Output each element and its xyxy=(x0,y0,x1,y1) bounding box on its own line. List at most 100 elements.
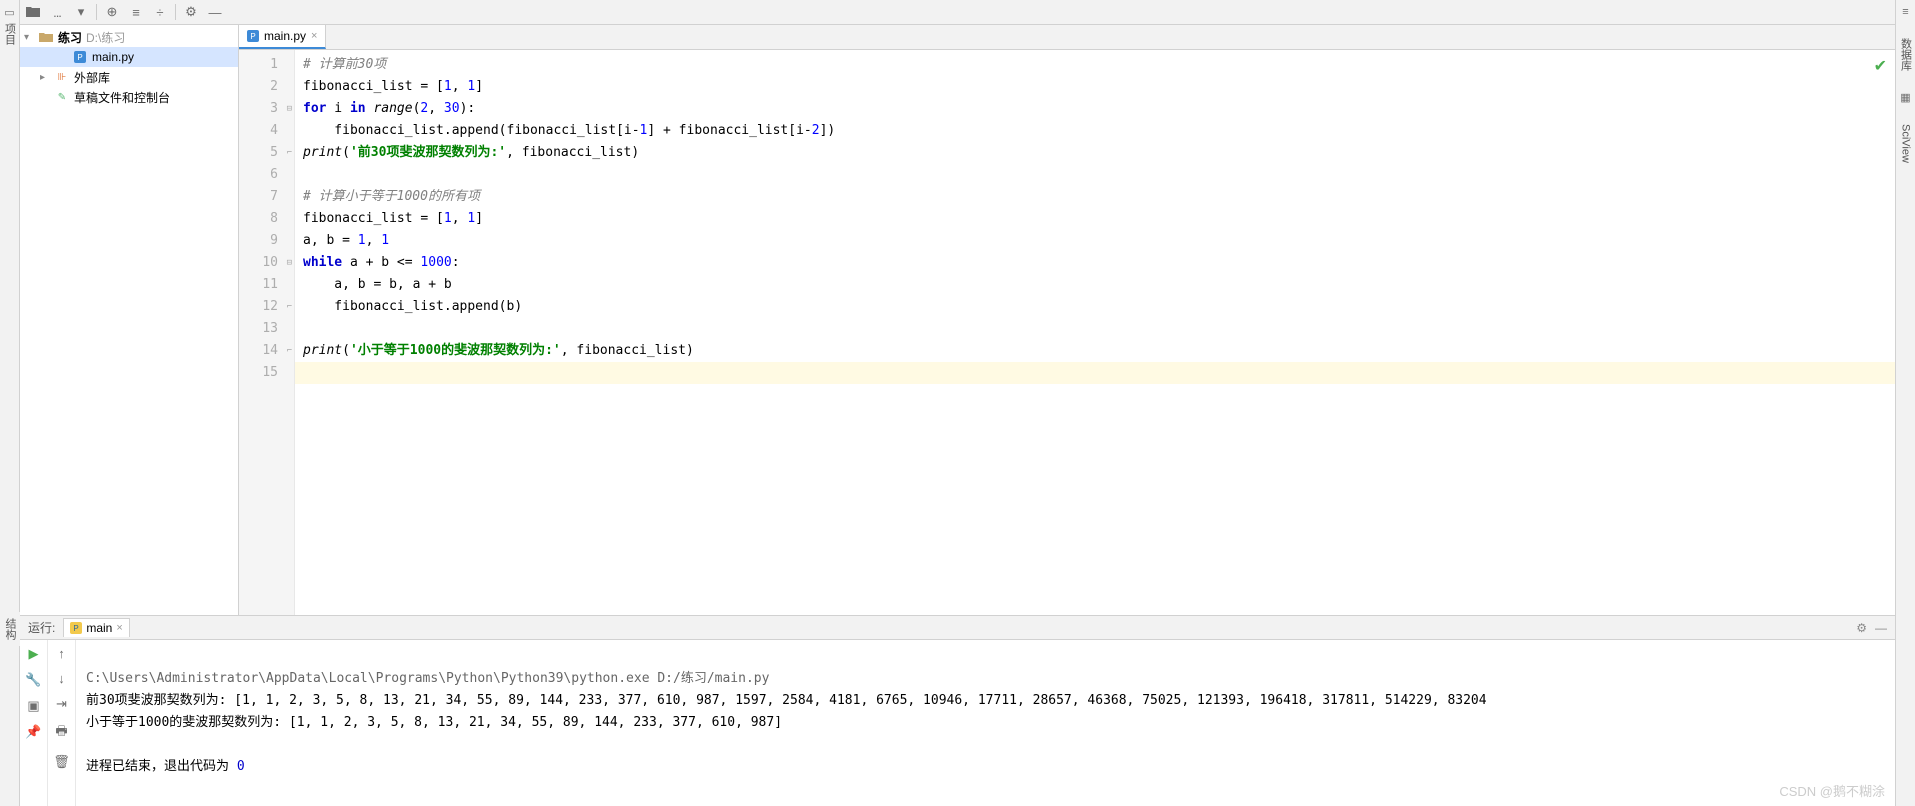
code-line[interactable]: while a + b <= 1000: xyxy=(295,252,1895,274)
run-config-name: main xyxy=(86,621,112,635)
code-area[interactable]: # 计算前30项fibonacci_list = [1, 1]for i in … xyxy=(295,50,1895,615)
trash-icon[interactable]: 🗑 xyxy=(53,754,70,770)
python-file-icon: P xyxy=(72,51,88,63)
line-number[interactable]: 6 xyxy=(239,164,294,186)
wrench-icon[interactable]: 🔧 xyxy=(25,672,41,688)
project-root-node[interactable]: ▾ 练习 D:\练习 xyxy=(20,27,238,47)
line-number[interactable]: 13 xyxy=(239,318,294,340)
external-libs-node[interactable]: ▸ ⊪ 外部库 xyxy=(20,67,238,87)
run-label: 运行: xyxy=(28,619,55,636)
code-line[interactable]: for i in range(2, 30): xyxy=(295,98,1895,120)
scroll-down-icon[interactable]: ↓ xyxy=(58,671,65,686)
code-line[interactable] xyxy=(295,318,1895,340)
separator xyxy=(175,4,176,20)
collapse-icon[interactable]: ÷ xyxy=(151,3,169,21)
folder-icon[interactable] xyxy=(24,3,42,21)
project-name: 练习 xyxy=(58,29,82,46)
minimize-icon[interactable]: — xyxy=(206,3,224,21)
database-tab[interactable]: 数据库 xyxy=(1898,38,1914,71)
output-line-2: 小于等于1000的斐波那契数列为: [1, 1, 2, 3, 5, 8, 13,… xyxy=(86,715,782,730)
line-number[interactable]: 10⊟ xyxy=(239,252,294,274)
fold-end-icon: ⌐ xyxy=(287,142,292,164)
close-icon[interactable]: × xyxy=(116,622,122,634)
code-line[interactable]: # 计算小于等于1000的所有项 xyxy=(295,186,1895,208)
code-line[interactable]: fibonacci_list = [1, 1] xyxy=(295,208,1895,230)
command-line: C:\Users\Administrator\AppData\Local\Pro… xyxy=(86,671,769,686)
code-line[interactable]: print('前30项斐波那契数列为:', fibonacci_list) xyxy=(295,142,1895,164)
editor-body[interactable]: 123⊟45⌐678910⊟1112⌐1314⌐15 # 计算前30项fibon… xyxy=(239,50,1895,615)
stop-icon[interactable]: ▣ xyxy=(27,698,39,714)
line-number[interactable]: 11 xyxy=(239,274,294,296)
file-label: main.py xyxy=(92,50,134,64)
line-number[interactable]: 14⌐ xyxy=(239,340,294,362)
editor-tab-main-py[interactable]: P main.py × xyxy=(239,25,326,49)
fold-end-icon: ⌐ xyxy=(287,340,292,362)
chevron-right-icon[interactable]: ▸ xyxy=(40,72,54,83)
line-number[interactable]: 9 xyxy=(239,230,294,252)
library-icon: ⊪ xyxy=(54,72,70,83)
rerun-icon[interactable]: ▶ xyxy=(29,646,39,662)
code-line[interactable]: # 计算前30项 xyxy=(295,54,1895,76)
minimize-icon[interactable]: — xyxy=(1875,621,1887,635)
project-tab[interactable]: 项目 xyxy=(2,23,18,45)
scratch-icon: ✎ xyxy=(54,92,70,103)
soft-wrap-icon[interactable]: ⇥ xyxy=(56,696,67,712)
chevron-down-icon[interactable]: ▾ xyxy=(24,32,38,43)
line-gutter[interactable]: 123⊟45⌐678910⊟1112⌐1314⌐15 xyxy=(239,50,295,615)
project-panel-icon[interactable]: ▭ xyxy=(4,6,14,19)
code-line[interactable]: fibonacci_list.append(b) xyxy=(295,296,1895,318)
separator xyxy=(96,4,97,20)
svg-text:P: P xyxy=(77,53,82,62)
print-icon[interactable]: 🖶 xyxy=(55,722,67,744)
code-line[interactable] xyxy=(295,362,1895,384)
line-number[interactable]: 7 xyxy=(239,186,294,208)
chevron-down-icon[interactable]: ▾ xyxy=(72,3,90,21)
code-line[interactable]: a, b = b, a + b xyxy=(295,274,1895,296)
sciview-icon[interactable]: ▦ xyxy=(1900,91,1910,104)
python-file-icon: P xyxy=(247,30,259,42)
line-number[interactable]: 8 xyxy=(239,208,294,230)
project-path: D:\练习 xyxy=(86,29,125,46)
close-icon[interactable]: × xyxy=(311,30,317,42)
python-file-icon: P xyxy=(70,622,82,634)
code-line[interactable]: print('小于等于1000的斐波那契数列为:', fibonacci_lis… xyxy=(295,340,1895,362)
line-number[interactable]: 12⌐ xyxy=(239,296,294,318)
code-line[interactable]: fibonacci_list.append(fibonacci_list[i-1… xyxy=(295,120,1895,142)
line-number[interactable]: 15 xyxy=(239,362,294,384)
fold-icon[interactable]: ⊟ xyxy=(287,252,292,274)
svg-text:P: P xyxy=(250,32,255,41)
structure-tab[interactable]: 结构 xyxy=(0,612,20,646)
external-libs-label: 外部库 xyxy=(74,69,110,86)
sciview-tab[interactable]: SciView xyxy=(1900,124,1912,163)
view-mode-dropdown[interactable]: ... xyxy=(48,3,66,21)
check-icon[interactable]: ✔ xyxy=(1874,56,1887,76)
console-output[interactable]: C:\Users\Administrator\AppData\Local\Pro… xyxy=(76,640,1895,806)
code-line[interactable] xyxy=(295,164,1895,186)
scroll-up-icon[interactable]: ↑ xyxy=(58,646,65,661)
run-config-tab[interactable]: P main × xyxy=(63,618,129,637)
gear-icon[interactable]: ⚙ xyxy=(182,3,200,21)
project-tree-panel: ▾ 练习 D:\练习 P main.py ▸ ⊪ 外部库 xyxy=(20,25,239,615)
pin-icon[interactable]: 📌 xyxy=(25,724,41,740)
right-tool-strip: ≡ 数据库 ▦ SciView xyxy=(1895,0,1915,806)
watermark: CSDN @鹅不糊涂 xyxy=(1779,781,1885,800)
line-number[interactable]: 5⌐ xyxy=(239,142,294,164)
scratches-label: 草稿文件和控制台 xyxy=(74,89,170,106)
expand-icon[interactable]: ≡ xyxy=(127,3,145,21)
run-tool-window: 运行: P main × ⚙ — ▶ 🔧 ▣ 📌 xyxy=(20,615,1895,806)
line-number[interactable]: 4 xyxy=(239,120,294,142)
target-icon[interactable]: ⊕ xyxy=(103,3,121,21)
code-line[interactable]: fibonacci_list = [1, 1] xyxy=(295,76,1895,98)
database-icon[interactable]: ≡ xyxy=(1902,6,1908,18)
fold-end-icon: ⌐ xyxy=(287,296,292,318)
code-line[interactable]: a, b = 1, 1 xyxy=(295,230,1895,252)
svg-text:P: P xyxy=(74,624,79,633)
line-number[interactable]: 3⊟ xyxy=(239,98,294,120)
editor-panel: P main.py × 123⊟45⌐678910⊟1112⌐1314⌐15 #… xyxy=(239,25,1895,615)
gear-icon[interactable]: ⚙ xyxy=(1856,621,1867,635)
scratches-node[interactable]: ✎ 草稿文件和控制台 xyxy=(20,87,238,107)
file-node-main-py[interactable]: P main.py xyxy=(20,47,238,67)
line-number[interactable]: 1 xyxy=(239,54,294,76)
line-number[interactable]: 2 xyxy=(239,76,294,98)
fold-icon[interactable]: ⊟ xyxy=(287,98,292,120)
